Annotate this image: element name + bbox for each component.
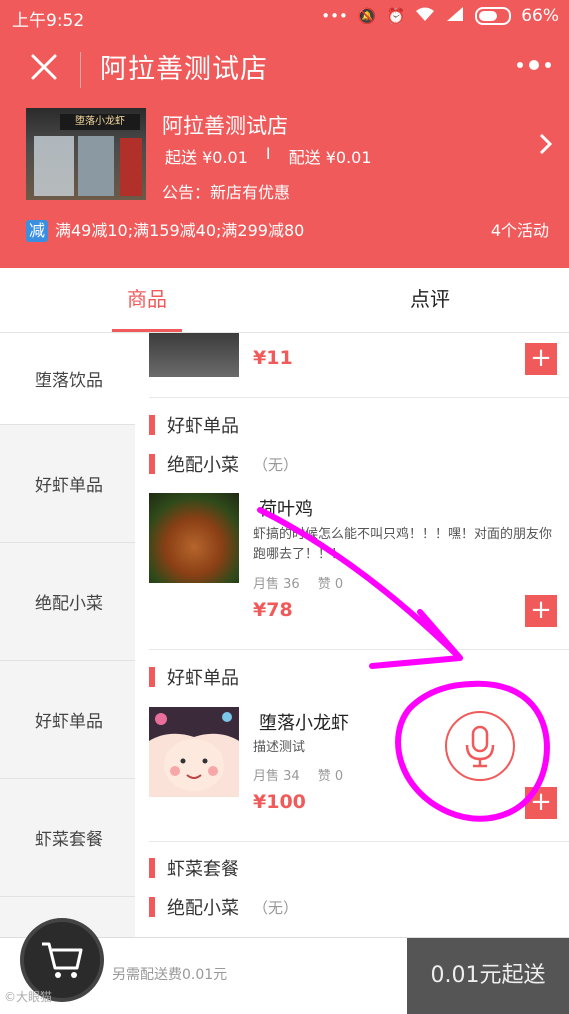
section-note: （无）: [253, 898, 299, 917]
shop-photo: 堕落小龙虾: [26, 108, 146, 200]
wifi-icon: [415, 6, 435, 26]
more-options-button[interactable]: [517, 60, 551, 70]
sidebar-item-shrimp-2[interactable]: 好虾单品: [0, 661, 135, 779]
checkout-button[interactable]: 0.01元起送: [407, 938, 569, 1014]
product-description: 虾搞的时候怎么能不叫只鸡！！！嘿！对面的朋友你跑哪去了！！！: [253, 527, 553, 562]
promo-badge: 减: [26, 220, 48, 242]
section-marker: [149, 454, 155, 474]
mute-icon: 🔕: [357, 7, 377, 25]
sidebar-item-drinks[interactable]: 堕落饮品: [0, 333, 135, 425]
section-header: 绝配小菜 （无）: [149, 894, 298, 920]
divider: [149, 841, 569, 842]
product-price: ¥11: [253, 347, 293, 369]
more-dot-icon: [517, 62, 523, 68]
header-divider: [80, 52, 81, 88]
promo-count-link[interactable]: 4个活动: [491, 220, 549, 242]
sidebar-item-label: 好虾单品: [35, 712, 103, 732]
section-marker: [149, 858, 155, 878]
section-header: 虾菜套餐: [149, 855, 239, 881]
cart-bar: 另需配送费0.01元 0.01元起送: [0, 918, 569, 1014]
section-header: 好虾单品: [149, 412, 239, 438]
sidebar-item-label: 绝配小菜: [35, 594, 103, 614]
tab-bar: 商品 点评: [0, 268, 569, 333]
shop-sign: 堕落小龙虾: [60, 114, 140, 130]
divider: [149, 649, 569, 650]
shop-fees: 起送 ¥0.01 I 配送 ¥0.01: [165, 144, 372, 168]
add-to-cart-button[interactable]: +: [525, 595, 557, 627]
add-to-cart-button[interactable]: +: [525, 787, 557, 819]
sidebar-item-combos[interactable]: 虾菜套餐: [0, 779, 135, 897]
section-marker: [149, 897, 155, 917]
more-dot-icon: [529, 60, 539, 70]
add-to-cart-button[interactable]: +: [525, 343, 557, 375]
product-image[interactable]: [149, 493, 239, 583]
signal-icon: [445, 6, 465, 26]
section-header: 好虾单品: [149, 664, 239, 690]
shop-header: 阿拉善测试店 堕落小龙虾 阿拉善测试店 起送 ¥0.01 I 配送 ¥0.01 …: [0, 34, 569, 268]
section-header: 绝配小菜 （无）: [149, 451, 298, 477]
product-stats: 月售 34 赞 0: [253, 765, 343, 784]
product-sales: 月售 36: [253, 577, 300, 592]
delivery-fee: 配送 ¥0.01: [288, 148, 372, 167]
voice-input-button[interactable]: [445, 711, 515, 781]
shop-door: [78, 136, 114, 196]
category-sidebar: 堕落饮品 好虾单品 绝配小菜 好虾单品 虾菜套餐: [0, 333, 135, 937]
product-sales: 月售 34: [253, 769, 300, 784]
product-stats: 月售 36 赞 0: [253, 573, 343, 592]
product-price: ¥78: [253, 599, 293, 621]
close-button[interactable]: [24, 50, 64, 90]
section-marker: [149, 667, 155, 687]
shopping-cart-icon: [42, 942, 83, 978]
shop-notice: 公告：新店有优惠: [162, 183, 291, 202]
status-time: 上午9:52: [12, 11, 85, 31]
fee-separator: I: [265, 144, 271, 163]
delivery-fee-note: 另需配送费0.01元: [112, 967, 228, 983]
promo-text: 满49减10;满159减40;满299减80: [55, 221, 305, 240]
product-likes: 赞 0: [317, 769, 344, 784]
product-name[interactable]: 堕落小龙虾: [259, 709, 349, 735]
shop-poster: [120, 138, 142, 196]
section-note: （无）: [253, 455, 299, 474]
watermark: ©大眼猫: [4, 990, 53, 1004]
product-image[interactable]: [149, 707, 239, 797]
tab-reviews[interactable]: 点评: [390, 268, 470, 332]
sidebar-item-label: 好虾单品: [35, 476, 103, 496]
section-title: 好虾单品: [167, 416, 239, 437]
microphone-icon: [465, 725, 495, 768]
section-marker: [149, 415, 155, 435]
product-list: ¥11 + 好虾单品 绝配小菜 （无） 荷叶鸡 虾搞的时候怎么能不叫只鸡！！！嘿！…: [135, 333, 569, 937]
more-dot-icon: [545, 62, 551, 68]
shop-door: [34, 136, 74, 196]
section-title: 绝配小菜: [167, 455, 239, 476]
shop-name[interactable]: 阿拉善测试店: [162, 110, 288, 140]
tab-goods[interactable]: 商品: [112, 268, 182, 332]
sidebar-item-shrimp[interactable]: 好虾单品: [0, 425, 135, 543]
more-dots-icon: •••: [321, 7, 348, 25]
alarm-icon: ⏰: [386, 7, 406, 25]
section-title: 绝配小菜: [167, 898, 239, 919]
sidebar-item-label: 虾菜套餐: [35, 830, 103, 850]
divider: [149, 397, 569, 398]
battery-level: 66%: [521, 6, 559, 26]
close-icon: [31, 54, 57, 80]
product-price: ¥100: [253, 791, 306, 813]
section-title: 好虾单品: [167, 668, 239, 689]
sidebar-item-label: 堕落饮品: [35, 371, 103, 391]
battery-icon: [475, 7, 512, 25]
status-bar: 上午9:52 ••• 🔕 ⏰ 66%: [0, 0, 569, 34]
section-title: 虾菜套餐: [167, 859, 239, 880]
sidebar-item-sides[interactable]: 绝配小菜: [0, 543, 135, 661]
cartoon-avatar-icon: [149, 707, 239, 797]
min-order: 起送 ¥0.01: [165, 148, 248, 167]
product-likes: 赞 0: [317, 577, 344, 592]
product-name[interactable]: 荷叶鸡: [259, 495, 313, 521]
chevron-right-icon[interactable]: [539, 132, 553, 162]
status-icons: ••• 🔕 ⏰ 66%: [321, 6, 559, 26]
product-image: [149, 333, 239, 377]
page-title: 阿拉善测试店: [100, 54, 268, 85]
